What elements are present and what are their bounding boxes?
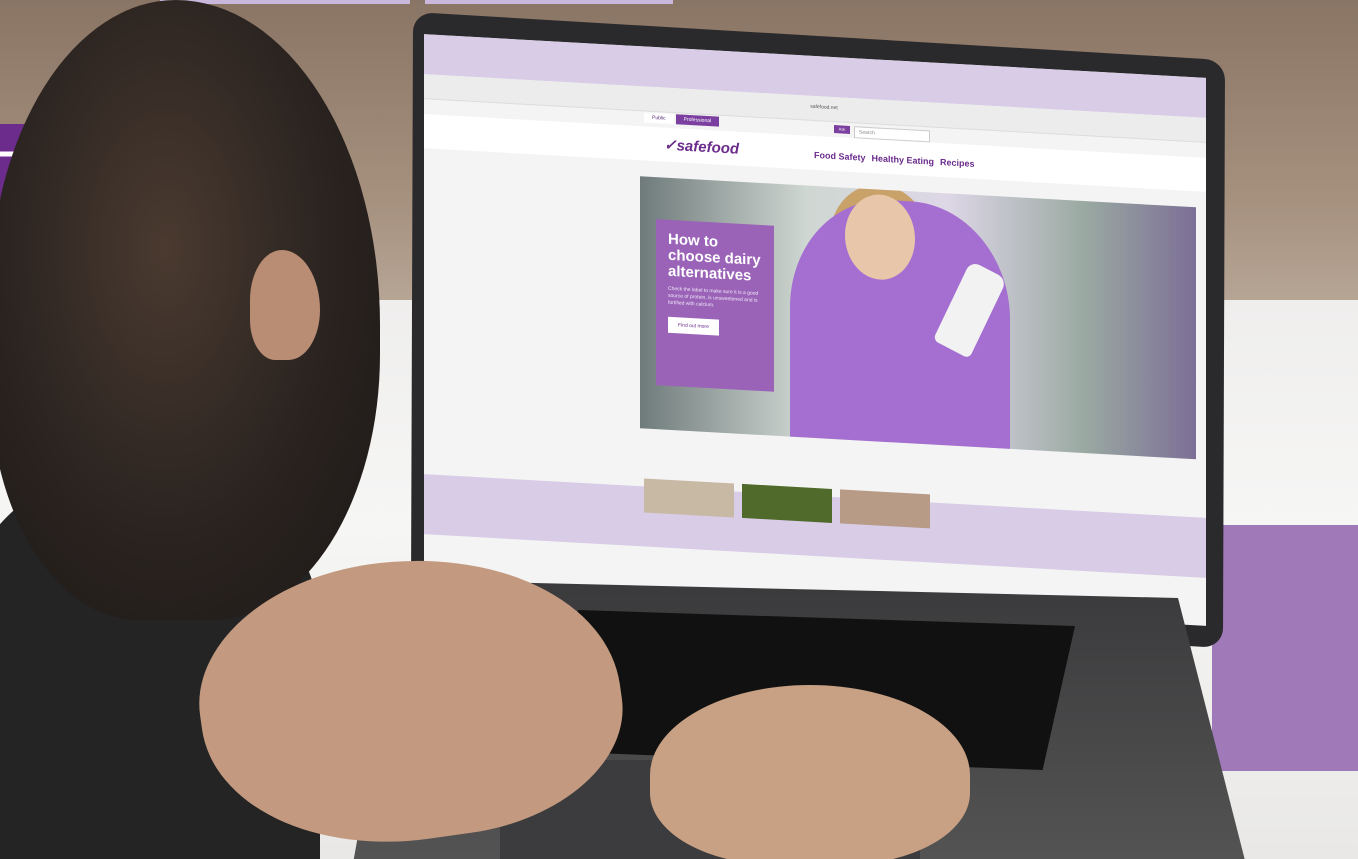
thumbnail-card[interactable] [644,478,734,518]
hero-card: How to choose dairy alternatives Check t… [656,219,774,392]
find-out-more-button[interactable]: Find out more [668,316,719,336]
nav-recipes[interactable]: Recipes [940,157,975,169]
address-bar[interactable]: safefood.net [754,101,894,117]
thumbnail-card[interactable] [840,489,930,529]
right-hand [650,685,970,859]
thumbnail-card[interactable] [742,483,832,523]
hero-text: Check the label to make sure it is a goo… [668,285,759,309]
ask-badge[interactable]: Ask [834,125,850,134]
laptop-display: safefood.net Public Professional Ask Sea… [424,34,1206,626]
photo-scene: safefood.net Public Professional Ask Sea… [0,0,1358,859]
hero-banner: How to choose dairy alternatives Check t… [640,176,1196,460]
tab-public[interactable]: Public [644,112,674,125]
checkmark-icon: ✓ [664,136,677,155]
top-decor-bar [425,0,673,4]
hero-title: How to choose dairy alternatives [668,230,761,285]
tab-professional[interactable]: Professional [675,114,720,127]
decorative-purple-block [1212,525,1358,771]
